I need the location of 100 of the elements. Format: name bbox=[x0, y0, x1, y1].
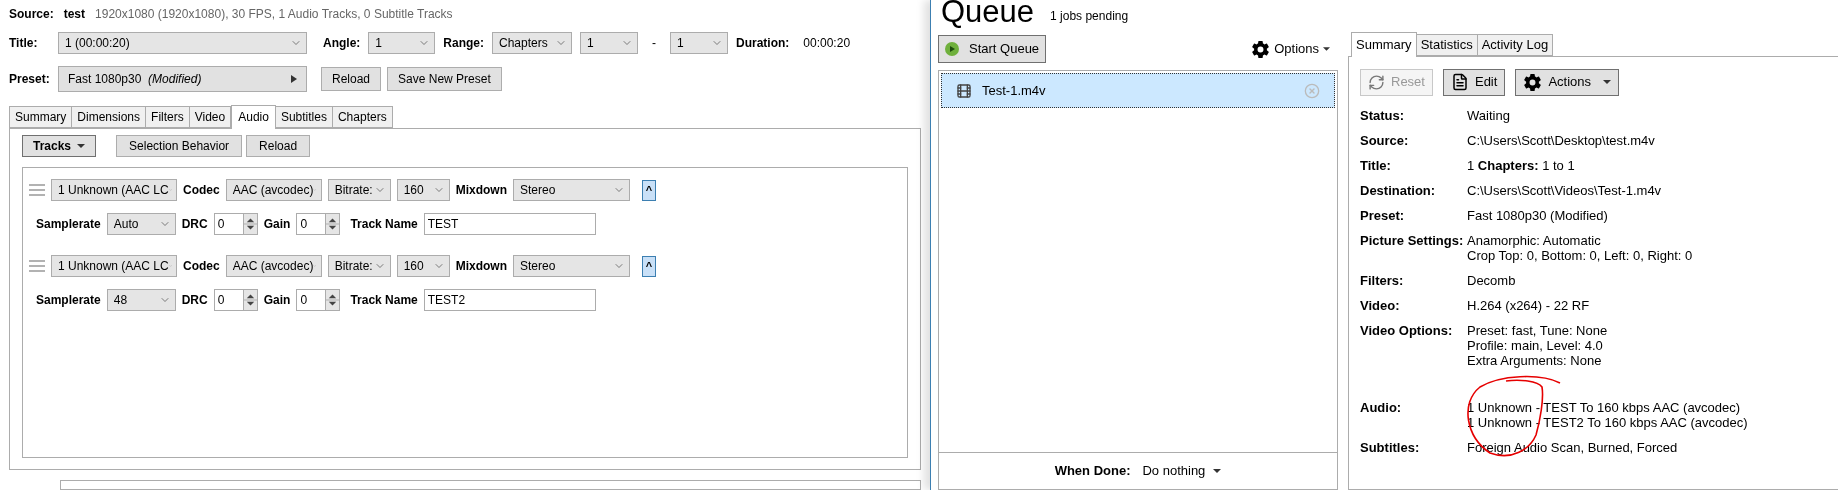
drag-handle-icon[interactable] bbox=[29, 184, 45, 196]
source-name: test bbox=[63, 6, 86, 23]
dropdown[interactable]: 1 bbox=[368, 32, 436, 54]
summary-value: Profile: main, Level: 4.0 bbox=[1467, 337, 1604, 353]
dropdown[interactable]: AAC (avcodec) bbox=[225, 179, 322, 201]
dropdown[interactable]: Auto bbox=[106, 213, 176, 235]
summary-label: Title: bbox=[1360, 157, 1392, 173]
when-done-dropdown[interactable]: Do nothing bbox=[1142, 461, 1222, 481]
drag-handle-icon[interactable] bbox=[29, 260, 45, 272]
summary-label: Status: bbox=[1360, 107, 1406, 123]
queue-title: Queue bbox=[941, 0, 1035, 27]
field-label: When Done: bbox=[1054, 462, 1131, 481]
dropdown[interactable]: 48 bbox=[106, 289, 176, 311]
pending-count: 1 jobs pending bbox=[1050, 8, 1129, 25]
push-button[interactable]: Reload bbox=[321, 67, 382, 91]
dropdown[interactable]: Bitrate: bbox=[327, 179, 391, 201]
field-label: Samplerate bbox=[36, 292, 101, 309]
summary-label: Destination: bbox=[1360, 182, 1437, 198]
push-button[interactable]: Reload bbox=[246, 135, 311, 157]
field-label: Codec bbox=[183, 182, 220, 199]
preset-dropdown[interactable]: Fast 1080p30 (Modified) bbox=[58, 66, 307, 92]
refresh-icon bbox=[1368, 73, 1385, 91]
range-dash: - bbox=[652, 35, 656, 52]
dropdown[interactable]: 1 Unknown (AAC LC bbox=[51, 255, 177, 277]
remove-icon[interactable] bbox=[1304, 82, 1320, 99]
collapse-button[interactable]: ^ bbox=[642, 179, 656, 201]
tab[interactable]: Summary bbox=[9, 106, 73, 128]
tracks-menu-button[interactable]: Tracks bbox=[22, 135, 97, 157]
number-spinner[interactable]: 0 bbox=[213, 289, 258, 311]
field-label: DRC bbox=[181, 216, 208, 233]
field-label: Title: bbox=[9, 35, 39, 52]
summary-label: Source: bbox=[1360, 132, 1410, 148]
summary-label: Subtitles: bbox=[1360, 439, 1421, 455]
play-icon bbox=[945, 42, 959, 56]
summary-label: Video Options: bbox=[1360, 322, 1454, 340]
field-label: Samplerate bbox=[36, 216, 101, 233]
tab[interactable]: Dimensions bbox=[72, 106, 147, 128]
duration-value: 00:00:20 bbox=[803, 35, 851, 52]
tab[interactable]: Chapters bbox=[332, 106, 393, 128]
field-label: Range: bbox=[443, 35, 484, 52]
source-info: 1920x1080 (1920x1080), 30 FPS, 1 Audio Tracks, 0 Subtitle Tracks bbox=[95, 6, 453, 23]
caret-icon bbox=[1213, 469, 1222, 473]
summary-value: C:\Users\Scott\Desktop\test.m4v bbox=[1467, 132, 1655, 148]
summary-value: H.264 (x264) - 22 RF bbox=[1467, 297, 1590, 313]
dropdown[interactable]: Stereo bbox=[513, 179, 630, 201]
push-button[interactable]: Save New Preset bbox=[387, 67, 502, 91]
field-label: Track Name bbox=[350, 216, 418, 233]
summary-label: Preset: bbox=[1360, 207, 1406, 223]
field-label: DRC bbox=[181, 292, 208, 309]
output-path-field[interactable] bbox=[60, 480, 921, 490]
track-name-field[interactable]: TEST2 bbox=[423, 289, 596, 311]
dropdown[interactable]: 1 (00:00:20) bbox=[58, 32, 307, 54]
tab[interactable]: Activity Log bbox=[1477, 34, 1554, 56]
field-label: Duration: bbox=[736, 35, 790, 52]
collapse-button[interactable]: ^ bbox=[642, 255, 656, 277]
summary-value: Decomb bbox=[1467, 272, 1516, 288]
start-queue-button[interactable]: Start Queue bbox=[938, 35, 1047, 63]
caret-icon bbox=[1603, 80, 1611, 84]
dropdown[interactable]: 160 bbox=[396, 255, 450, 277]
number-spinner[interactable]: 0 bbox=[296, 213, 341, 235]
gear-icon bbox=[1523, 72, 1543, 92]
field-label: Angle: bbox=[323, 35, 361, 52]
job-item[interactable]: Test-1.m4v bbox=[941, 73, 1335, 108]
tab[interactable]: Audio bbox=[231, 105, 276, 129]
tab[interactable]: Video bbox=[189, 106, 232, 128]
document-icon bbox=[1450, 73, 1469, 91]
dropdown[interactable]: Chapters bbox=[492, 32, 572, 54]
dropdown[interactable]: AAC (avcodec) bbox=[225, 255, 322, 277]
field-label: Codec bbox=[183, 258, 220, 275]
number-spinner[interactable]: 0 bbox=[296, 289, 341, 311]
dropdown[interactable]: 1 bbox=[580, 32, 638, 54]
number-spinner[interactable]: 0 bbox=[213, 213, 258, 235]
field-label: Gain bbox=[263, 292, 291, 309]
edit-button[interactable]: Edit bbox=[1442, 68, 1506, 96]
summary-value: 1 Chapters: 1 to 1 bbox=[1467, 157, 1575, 173]
summary-value: Anamorphic: Automatic bbox=[1467, 232, 1602, 248]
actions-button[interactable]: Actions bbox=[1515, 68, 1619, 96]
dropdown[interactable]: 160 bbox=[396, 179, 450, 201]
track-name-field[interactable]: TEST bbox=[423, 213, 596, 235]
summary-value: Preset: fast, Tune: None bbox=[1467, 322, 1608, 338]
summary-value: Fast 1080p30 (Modified) bbox=[1467, 207, 1608, 223]
dropdown[interactable]: 1 bbox=[670, 32, 728, 54]
summary-value: Crop Top: 0, Bottom: 0, Left: 0, Right: 0 bbox=[1467, 247, 1693, 263]
dropdown[interactable]: Bitrate: bbox=[327, 255, 391, 277]
caret-icon bbox=[1323, 47, 1330, 51]
tab[interactable]: Subtitles bbox=[275, 106, 333, 128]
up-down-arrows-icon bbox=[325, 214, 340, 234]
tab[interactable]: Statistics bbox=[1416, 34, 1478, 56]
up-down-arrows-icon bbox=[242, 214, 257, 234]
options-menu-button[interactable]: Options bbox=[1251, 39, 1330, 59]
push-button[interactable]: Selection Behavior bbox=[116, 135, 243, 157]
dropdown[interactable]: Stereo bbox=[513, 255, 630, 277]
dropdown[interactable]: 1 Unknown (AAC LC bbox=[51, 179, 177, 201]
tab[interactable]: Filters bbox=[146, 106, 190, 128]
field-label: Preset: bbox=[9, 71, 50, 88]
summary-value: C:\Users\Scott\Videos\Test-1.m4v bbox=[1467, 182, 1662, 198]
film-icon bbox=[956, 82, 972, 99]
field-label: Track Name bbox=[350, 292, 418, 309]
summary-label: Audio: bbox=[1360, 399, 1403, 417]
tab[interactable]: Summary bbox=[1351, 32, 1417, 57]
